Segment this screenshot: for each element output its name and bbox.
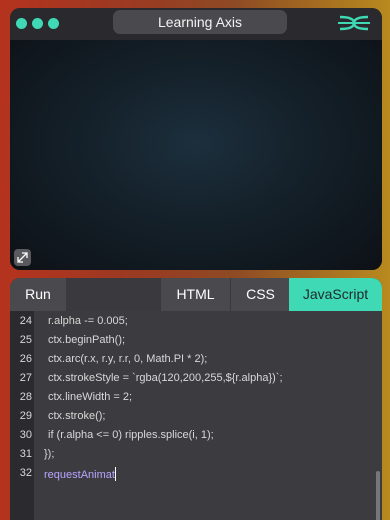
line-number: 27 bbox=[19, 372, 32, 384]
expand-button[interactable] bbox=[14, 249, 31, 266]
editor-window: Run HTML CSS JavaScript 24 25 26 27 28 2… bbox=[10, 278, 382, 520]
tab-html[interactable]: HTML bbox=[161, 278, 230, 311]
line-number: 28 bbox=[19, 391, 32, 403]
window-dot-minimize[interactable] bbox=[32, 18, 43, 29]
line-number: 24 bbox=[19, 315, 32, 327]
app-title: Learning Axis bbox=[113, 10, 287, 34]
tab-javascript[interactable]: JavaScript bbox=[289, 278, 382, 311]
window-dot-maximize[interactable] bbox=[48, 18, 59, 29]
code-line: ctx.beginPath(); bbox=[48, 334, 126, 346]
logo-icon bbox=[338, 15, 370, 31]
line-number: 30 bbox=[19, 429, 32, 441]
code-line: ctx.stroke(); bbox=[48, 410, 106, 422]
expand-icon bbox=[17, 252, 28, 263]
code-editor[interactable]: r.alpha -= 0.005; ctx.beginPath(); ctx.a… bbox=[34, 311, 382, 520]
code-line: ctx.strokeStyle = `rgba(120,200,255,${r.… bbox=[48, 372, 283, 384]
line-number: 31 bbox=[19, 448, 32, 460]
editor-scrollbar[interactable] bbox=[376, 471, 380, 520]
code-line: }); bbox=[44, 448, 55, 460]
titlebar: Learning Axis bbox=[10, 8, 382, 40]
line-number: 25 bbox=[19, 334, 32, 346]
code-line: if (r.alpha <= 0) ripples.splice(i, 1); bbox=[48, 429, 214, 441]
line-gutter: 24 25 26 27 28 29 30 31 32 bbox=[10, 311, 34, 520]
preview-window: Learning Axis bbox=[10, 8, 382, 270]
code-line: ctx.arc(r.x, r.y, r.r, 0, Math.PI * 2); bbox=[48, 353, 208, 365]
line-number: 32 bbox=[19, 467, 32, 479]
run-button[interactable]: Run bbox=[10, 278, 66, 311]
code-line: ctx.lineWidth = 2; bbox=[48, 391, 133, 403]
code-line: requestAnimat bbox=[44, 467, 116, 481]
code-line: r.alpha -= 0.005; bbox=[48, 315, 128, 327]
line-number: 26 bbox=[19, 353, 32, 365]
preview-canvas[interactable] bbox=[10, 40, 382, 270]
window-dot-close[interactable] bbox=[16, 18, 27, 29]
window-controls bbox=[16, 18, 59, 29]
code-line-text: requestAnimat bbox=[44, 469, 115, 481]
tab-css[interactable]: CSS bbox=[230, 278, 290, 311]
text-cursor bbox=[114, 467, 116, 481]
line-number: 29 bbox=[19, 410, 32, 422]
editor-toolbar: Run HTML CSS JavaScript bbox=[10, 278, 382, 311]
